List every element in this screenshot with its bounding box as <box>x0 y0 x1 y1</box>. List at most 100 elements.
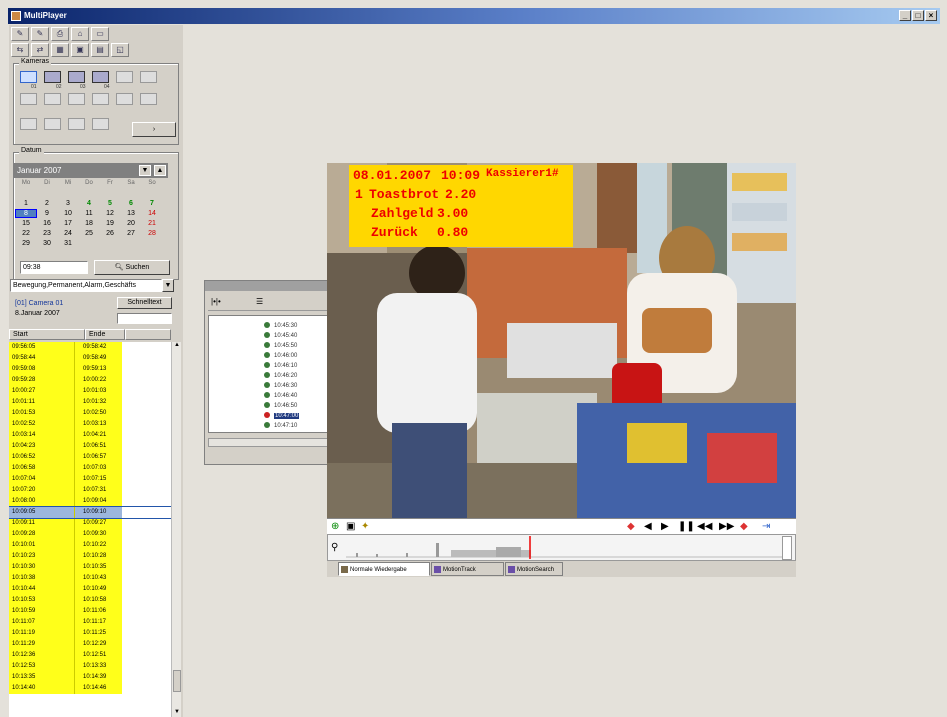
export-icon[interactable]: ◱ <box>111 43 129 57</box>
maximize-button[interactable]: □ <box>912 10 924 21</box>
tree-node[interactable]: 10:45:40 <box>264 332 297 340</box>
camera-slot[interactable] <box>140 93 157 105</box>
calendar-day[interactable]: 16 <box>37 220 57 227</box>
table-row[interactable]: 10:01:53 10:02:50 <box>9 408 171 419</box>
calendar-day[interactable]: 25 <box>79 230 99 237</box>
calendar-day[interactable]: 17 <box>58 220 78 227</box>
table-row[interactable]: 10:11:29 10:12:29 <box>9 639 171 650</box>
calendar-day[interactable]: 19 <box>100 220 120 227</box>
table-row[interactable]: 10:07:20 10:07:31 <box>9 485 171 496</box>
camera-slot[interactable] <box>20 118 37 130</box>
table-row[interactable]: 10:10:23 10:10:28 <box>9 551 171 562</box>
step-back-icon[interactable]: ◀ <box>644 521 652 532</box>
camera-slot[interactable] <box>68 93 85 105</box>
camera-slot[interactable] <box>116 71 133 83</box>
rewind-icon[interactable]: ◀◀ <box>697 521 712 532</box>
time-field[interactable]: 09:38 <box>20 261 88 274</box>
timeline-scroll[interactable] <box>782 536 792 560</box>
tree-node[interactable]: 10:46:30 <box>264 382 297 390</box>
settings-icon[interactable]: ✦ <box>361 521 369 532</box>
table-row[interactable]: 10:02:52 10:03:13 <box>9 419 171 430</box>
timeline-zoom-icon[interactable]: ⚲ <box>331 542 338 553</box>
tree-node[interactable]: 10:45:50 <box>264 342 297 350</box>
quick-text-button[interactable]: Schnelltext <box>117 297 172 309</box>
calendar-day[interactable]: 2 <box>37 200 57 207</box>
calendar-day[interactable]: 3 <box>58 200 78 207</box>
table-row[interactable]: 09:59:28 10:00:22 <box>9 375 171 386</box>
table-row[interactable]: 09:59:08 09:59:13 <box>9 364 171 375</box>
swap-icon[interactable]: ⇄ <box>31 43 49 57</box>
calendar-day[interactable]: 6 <box>121 200 141 207</box>
table-row[interactable]: 09:56:05 09:58:42 <box>9 342 171 353</box>
calendar-day[interactable]: 4 <box>79 200 99 207</box>
tree-node[interactable]: 10:47:10 <box>264 422 297 430</box>
calendar-up-icon[interactable]: ▲ <box>154 165 166 176</box>
table-row[interactable]: 10:07:04 10:07:15 <box>9 474 171 485</box>
search-button[interactable]: 🔍︎ Suchen <box>94 260 170 275</box>
prev-event-icon[interactable]: ◆ <box>627 521 635 532</box>
camera-slot[interactable] <box>20 93 37 105</box>
calendar-day[interactable]: 5 <box>100 200 120 207</box>
calendar-day[interactable]: 12 <box>100 210 120 217</box>
table-row[interactable]: 10:10:01 10:10:22 <box>9 540 171 551</box>
camera-view-icon[interactable]: ▣ <box>71 43 89 57</box>
calendar-day[interactable]: 7 <box>142 200 162 207</box>
calendar-day[interactable]: 22 <box>16 230 36 237</box>
calendar-day[interactable]: 10 <box>58 210 78 217</box>
table-row[interactable]: 10:06:58 10:07:03 <box>9 463 171 474</box>
filter-dropdown-button[interactable]: ▼ <box>162 279 174 292</box>
calendar-day[interactable]: 8 <box>15 209 37 218</box>
tree-node[interactable]: 10:46:40 <box>264 392 297 400</box>
calendar-day[interactable]: 28 <box>142 230 162 237</box>
table-row[interactable]: 10:04:23 10:06:51 <box>9 441 171 452</box>
camera-03-button[interactable] <box>68 71 85 83</box>
tree-options-icon[interactable]: ☰ <box>256 297 263 306</box>
layout-icon[interactable]: ▤ <box>91 43 109 57</box>
calendar-day[interactable]: 29 <box>16 240 36 247</box>
camera-slot[interactable] <box>68 118 85 130</box>
calendar-day[interactable]: 15 <box>16 220 36 227</box>
camera-slot[interactable] <box>140 71 157 83</box>
camera-slot[interactable] <box>92 93 109 105</box>
tab-motionsearch[interactable]: MotionSearch <box>505 562 563 576</box>
table-row[interactable]: 10:01:11 10:01:32 <box>9 397 171 408</box>
table-row[interactable]: 10:10:44 10:10:49 <box>9 584 171 595</box>
calendar-day[interactable]: 13 <box>121 210 141 217</box>
table-row[interactable]: 10:11:07 10:11:17 <box>9 617 171 628</box>
calendar-day[interactable]: 14 <box>142 210 162 217</box>
tree-node[interactable]: 10:46:50 <box>264 402 297 410</box>
table-row[interactable]: 10:13:35 10:14:39 <box>9 672 171 683</box>
camera-slot[interactable] <box>92 118 109 130</box>
table-row[interactable]: 10:11:19 10:11:25 <box>9 628 171 639</box>
table-row[interactable]: 10:08:00 10:09:04 <box>9 496 171 507</box>
event-filter-select[interactable]: Bewegung,Permanent,Alarm,Geschäfts <box>10 279 162 292</box>
home-icon[interactable]: ⌂ <box>71 27 89 41</box>
snapshot-icon[interactable]: ▣ <box>346 521 355 532</box>
minimize-button[interactable]: _ <box>899 10 911 21</box>
pencil-icon[interactable]: ✎ <box>31 27 49 41</box>
grid-icon[interactable]: ▦ <box>51 43 69 57</box>
calendar-day[interactable]: 23 <box>37 230 57 237</box>
table-row[interactable]: 10:09:11 10:09:27 <box>9 518 171 529</box>
fast-forward-icon[interactable]: ▶▶ <box>719 521 734 532</box>
camera-slot[interactable] <box>116 93 133 105</box>
table-row[interactable]: 10:14:40 10:14:46 <box>9 683 171 694</box>
table-row[interactable]: 10:03:14 10:04:21 <box>9 430 171 441</box>
sync-icon[interactable]: ⇆ <box>11 43 29 57</box>
play-icon[interactable]: ▶ <box>661 521 669 532</box>
tree-node[interactable]: 10:46:20 <box>264 372 297 380</box>
table-row[interactable]: 10:09:05 10:09:10 <box>9 506 171 519</box>
camera-01-button[interactable] <box>20 71 37 83</box>
table-row[interactable]: 10:06:52 10:06:57 <box>9 452 171 463</box>
tree-node[interactable]: 10:46:10 <box>264 362 297 370</box>
calendar-day[interactable]: 20 <box>121 220 141 227</box>
calendar-day[interactable]: 30 <box>37 240 57 247</box>
table-row[interactable]: 10:10:59 10:11:06 <box>9 606 171 617</box>
column-end[interactable]: Ende <box>85 329 125 340</box>
table-row[interactable]: 10:12:53 10:13:33 <box>9 661 171 672</box>
jump-end-icon[interactable]: ⇥ <box>762 521 770 532</box>
camera-04-button[interactable] <box>92 71 109 83</box>
calendar-day[interactable]: 11 <box>79 210 99 217</box>
tab-normal-playback[interactable]: Normale Wiedergabe <box>338 562 430 576</box>
table-row[interactable]: 10:10:53 10:10:58 <box>9 595 171 606</box>
